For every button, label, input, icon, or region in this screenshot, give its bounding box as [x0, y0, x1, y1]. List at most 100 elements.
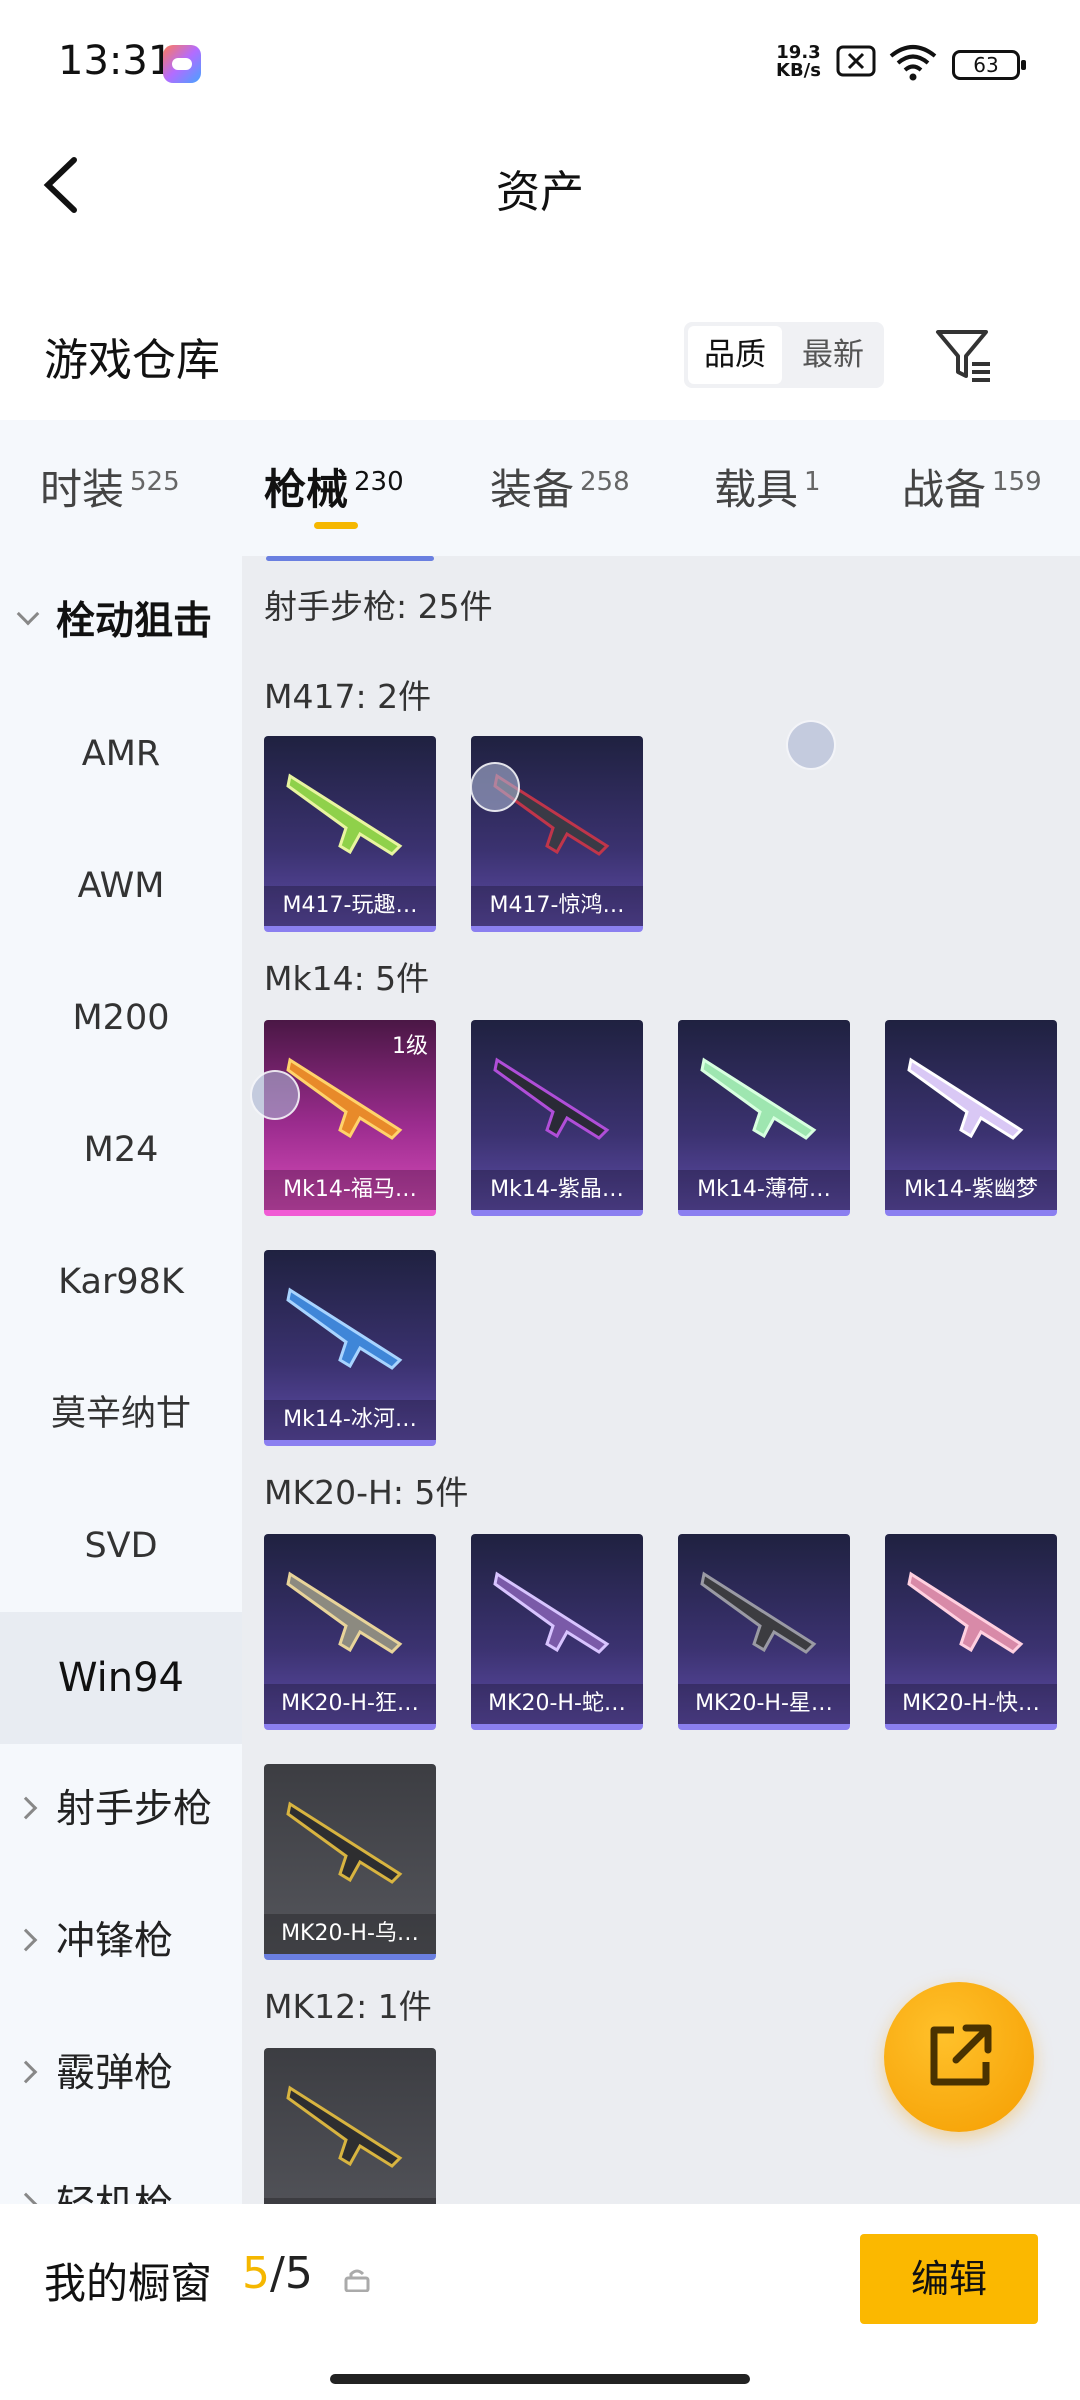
lock-icon [344, 2269, 370, 2292]
section-title-m417: M417: 2件 [264, 677, 432, 716]
sidebar-group-shotgun[interactable]: 霰弹枪 [0, 2008, 242, 2140]
weapon-card[interactable]: Mk14-紫幽梦 [885, 1020, 1057, 1216]
weapon-card[interactable]: MK20-H-乌… [264, 1764, 436, 1960]
weapon-card-label: Mk14-紫幽梦 [885, 1170, 1057, 1210]
category-header: 射手步枪: 25件 [264, 587, 493, 626]
weapon-card[interactable]: MK20-H-快… [885, 1534, 1057, 1730]
wifi-icon [889, 45, 937, 81]
share-external-icon [930, 2024, 992, 2086]
battery-icon: 63 [952, 50, 1026, 80]
sidebar-item-label: Win94 [57, 1655, 185, 1701]
weapon-card[interactable] [264, 2048, 436, 2204]
rifle-icon [286, 1571, 403, 1654]
sort-newest-button[interactable]: 最新 [786, 326, 880, 384]
rifle-icon [286, 1287, 403, 1370]
scroll-indicator [266, 556, 434, 561]
weapon-card[interactable]: M417-玩趣… [264, 736, 436, 932]
tab-count: 1 [804, 467, 821, 497]
sidebar-group-bolt-action[interactable]: 栓动狙击 [0, 556, 242, 688]
rifle-icon [907, 1571, 1024, 1654]
filter-icon[interactable] [932, 324, 996, 388]
weapon-card[interactable]: MK20-H-蛇… [471, 1534, 643, 1730]
rifle-icon [286, 2085, 403, 2168]
chevron-right-icon [14, 2192, 38, 2204]
sidebar-group-marksman[interactable]: 射手步枪 [0, 1744, 242, 1876]
tab-label: 战备 [902, 465, 987, 514]
showcase-bar: 我的橱窗 5/5 编辑 [0, 2204, 1080, 2400]
weapon-card-label: Mk14-紫晶… [471, 1170, 643, 1210]
sidebar-item-svd[interactable]: SVD [0, 1480, 242, 1612]
home-indicator[interactable] [330, 2374, 750, 2384]
rifle-icon [493, 1057, 610, 1140]
weapon-card-label: M417-玩趣… [264, 886, 436, 926]
showcase-count: 5/5 [242, 2248, 313, 2299]
sidebar-item-kar98k[interactable]: Kar98K [0, 1216, 242, 1348]
touch-indicator [786, 720, 836, 770]
weapon-card[interactable]: Mk14-薄荷… [678, 1020, 850, 1216]
weapon-card[interactable]: 1级 Mk14-福马… [264, 1020, 436, 1216]
tab-equipment[interactable]: 装备 258 [490, 456, 630, 517]
sidebar-item-m24[interactable]: M24 [0, 1084, 242, 1216]
weapon-card[interactable]: MK20-H-狂… [264, 1534, 436, 1730]
sort-quality-button[interactable]: 品质 [688, 326, 782, 384]
sidebar-item-m200[interactable]: M200 [0, 952, 242, 1084]
active-tab-indicator [314, 522, 358, 529]
sidebar-group-smg[interactable]: 冲锋枪 [0, 1876, 242, 2008]
sidebar-item-label: M24 [83, 1130, 159, 1170]
weapon-card-label: MK20-H-蛇… [471, 1684, 643, 1724]
weapon-card-label: MK20-H-快… [885, 1684, 1057, 1724]
weapon-card[interactable]: Mk14-紫晶… [471, 1020, 643, 1216]
tab-firearms[interactable]: 枪械 230 [264, 456, 404, 517]
sort-toggle: 品质 最新 [684, 322, 884, 388]
category-tabs: 时装 525 枪械 230 装备 258 载具 1 战备 159 [0, 420, 1080, 556]
weapon-grid: 射手步枪: 25件 M417: 2件 M417-玩趣… M417-惊鸿… Mk1… [242, 556, 1080, 2204]
network-speed-unit: KB/s [776, 60, 821, 81]
weapon-card-label: MK20-H-乌… [264, 1914, 436, 1954]
sidebar-item-label: AWM [77, 866, 165, 906]
sidebar-item-label: 霰弹枪 [56, 2051, 174, 2096]
network-speed: 19.3 KB/s [776, 44, 821, 80]
tab-fashion[interactable]: 时装 525 [40, 456, 180, 517]
sidebar-item-label: 轻机枪 [56, 2183, 173, 2204]
weapon-card[interactable]: Mk14-冰河… [264, 1250, 436, 1446]
edit-button[interactable]: 编辑 [860, 2234, 1038, 2324]
tab-label: 载具 [714, 465, 799, 514]
sidebar-item-awm[interactable]: AWM [0, 820, 242, 952]
weapon-card-label: MK20-H-狂… [264, 1684, 436, 1724]
sidebar-item-label: M200 [72, 998, 170, 1038]
status-time: 13:31 [58, 38, 174, 84]
chevron-right-icon [14, 1796, 38, 1820]
rifle-icon [286, 773, 403, 856]
weapon-card-label: Mk14-冰河… [264, 1400, 436, 1440]
sidebar-item-label: Kar98K [58, 1262, 184, 1302]
rifle-icon [493, 1571, 610, 1654]
warehouse-header: 游戏仓库 品质 最新 [0, 300, 1080, 420]
chevron-right-icon [14, 1928, 38, 1952]
sidebar-item-label: 射手步枪 [56, 1787, 213, 1832]
section-title-mk12: MK12: 1件 [264, 1987, 432, 2026]
sidebar-item-mosin[interactable]: 莫辛纳甘 [0, 1348, 242, 1480]
tab-label: 装备 [490, 465, 575, 514]
sidebar-item-win94[interactable]: Win94 [0, 1612, 242, 1744]
showcase-count-current: 5 [242, 2248, 270, 2299]
showcase-title: 我的橱窗 [44, 2259, 213, 2308]
game-center-icon [163, 45, 201, 83]
tab-vehicles[interactable]: 载具 1 [714, 456, 821, 517]
section-title-mk14: Mk14: 5件 [264, 959, 430, 998]
tab-count: 230 [354, 467, 404, 497]
tab-count: 525 [130, 467, 180, 497]
weapon-card[interactable]: MK20-H-星… [678, 1534, 850, 1730]
level-badge: 1级 [392, 1034, 428, 1059]
chevron-down-icon [16, 602, 40, 626]
sim-x-icon [836, 45, 876, 77]
share-button[interactable] [884, 1982, 1034, 2132]
warehouse-title: 游戏仓库 [44, 335, 220, 386]
tab-count: 258 [580, 467, 630, 497]
section-title-mk20h: MK20-H: 5件 [264, 1473, 469, 1512]
sidebar-item-amr[interactable]: AMR [0, 688, 242, 820]
weapon-card-label: Mk14-薄荷… [678, 1170, 850, 1210]
tab-supplies[interactable]: 战备 159 [902, 456, 1042, 517]
rifle-icon [907, 1057, 1024, 1140]
sidebar-group-lmg[interactable]: 轻机枪 [0, 2140, 242, 2204]
weapon-card-label: Mk14-福马… [264, 1170, 436, 1210]
